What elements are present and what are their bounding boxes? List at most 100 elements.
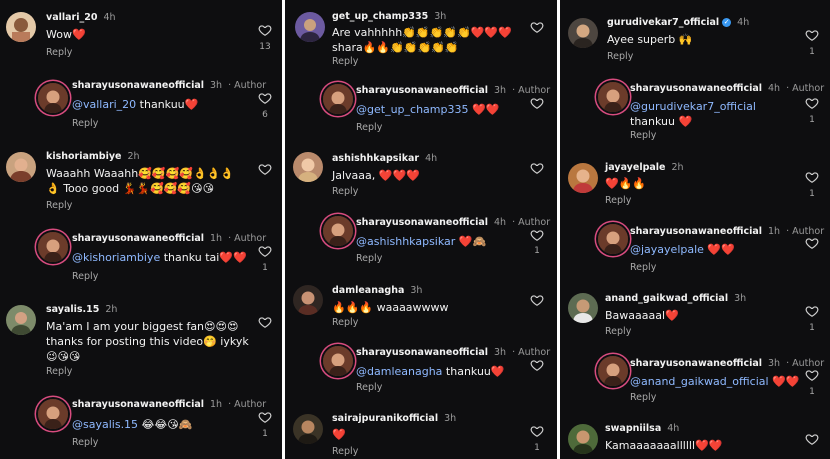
avatar[interactable] [6,152,36,182]
comment-item: vallari_20 4h Wow❤️ Reply 13 [0,0,282,60]
heart-outline-icon[interactable] [530,358,544,372]
username[interactable]: damleanagha [332,285,404,296]
heart-outline-icon[interactable] [258,91,272,105]
timestamp: 4h [737,17,750,28]
comment-item: sairajpuranikofficial 3h ❤️ Reply 1 [285,408,555,459]
username[interactable]: sharayusonawaneofficial [356,85,488,96]
reply-button[interactable]: Reply [356,122,382,133]
reply-button[interactable]: Reply [630,130,656,141]
heart-outline-icon[interactable] [530,293,544,307]
mention-link[interactable]: @anand_gaikwad_official [630,375,769,388]
heart-outline-icon[interactable] [805,170,819,184]
avatar[interactable] [598,82,628,112]
reply-button[interactable]: Reply [72,271,98,282]
mention-link[interactable]: @get_up_champ335 [356,103,468,116]
username[interactable]: sharayusonawaneofficial [72,233,204,244]
reply-button[interactable]: Reply [72,437,98,448]
timestamp: 1h [768,226,781,237]
avatar[interactable] [568,293,598,323]
reply-button[interactable]: Reply [72,118,98,129]
heart-outline-icon[interactable] [805,432,819,446]
avatar[interactable] [598,224,628,254]
avatar[interactable] [38,399,68,429]
username[interactable]: get_up_champ335 [332,11,428,22]
heart-outline-icon[interactable] [258,162,272,176]
timestamp: 4h [103,12,116,23]
reply-button[interactable]: Reply [605,326,631,337]
username[interactable]: jayayelpale [605,162,666,173]
mention-link[interactable]: @gurudivekar7_official [630,100,756,113]
username[interactable]: anand_gaikwad_official [605,293,728,304]
avatar[interactable] [293,414,323,444]
heart-outline-icon[interactable] [805,304,819,318]
heart-outline-icon[interactable] [258,244,272,258]
heart-outline-icon[interactable] [530,424,544,438]
username[interactable]: sharayusonawaneofficial [356,347,488,358]
heart-outline-icon[interactable] [805,368,819,382]
username[interactable]: sharayusonawaneofficial [630,226,762,237]
reply-item: sharayusonawaneofficial 4h · Author @ashis… [285,212,555,272]
heart-outline-icon[interactable] [530,228,544,242]
reply-button[interactable]: Reply [46,366,72,377]
avatar[interactable] [568,424,598,454]
reply-button[interactable]: Reply [605,195,631,206]
avatar[interactable] [6,12,36,42]
avatar[interactable] [598,356,628,386]
avatar[interactable] [293,285,323,315]
username[interactable]: swapniilsa [605,423,661,434]
mention-link[interactable]: @jayayelpale [630,243,704,256]
reply-button[interactable]: Reply [630,392,656,403]
username[interactable]: gurudivekar7_official [607,17,719,28]
heart-outline-icon[interactable] [258,23,272,37]
avatar[interactable] [568,163,598,193]
heart-outline-icon[interactable] [530,96,544,110]
mention-link[interactable]: @vallari_20 [72,98,136,111]
like-count: 1 [534,443,540,453]
username[interactable]: sharayusonawaneofficial [72,80,204,91]
comment-text: Ayee superb 🙌 [607,33,693,46]
reply-button[interactable]: Reply [607,51,633,62]
comment-header: sharayusonawaneofficial 1h · Author [72,399,266,410]
avatar[interactable] [568,18,598,48]
avatar[interactable] [295,12,325,42]
username[interactable]: ashishhkapsikar [332,153,419,164]
reply-button[interactable]: Reply [332,56,358,67]
heart-outline-icon[interactable] [805,28,819,42]
reply-button[interactable]: Reply [332,317,358,328]
username[interactable]: sharayusonawaneofficial [630,83,762,94]
username[interactable]: kishoriambiye [46,151,121,162]
mention-link[interactable]: @ashishhkapsikar [356,235,455,248]
avatar[interactable] [323,84,353,114]
mention-link[interactable]: @kishoriambiye [72,251,160,264]
heart-outline-icon[interactable] [530,161,544,175]
reply-button[interactable]: Reply [630,262,656,273]
heart-outline-icon[interactable] [530,20,544,34]
username[interactable]: vallari_20 [46,12,97,23]
username[interactable]: sharayusonawaneofficial [356,217,488,228]
comment-text: @kishoriambiye thanku tai❤️❤️ [72,250,247,265]
username[interactable]: sairajpuranikofficial [332,413,438,424]
mention-link[interactable]: @damleanagha [356,365,442,378]
username[interactable]: sayalis.15 [46,304,99,315]
avatar[interactable] [38,83,68,113]
reply-button[interactable]: Reply [356,253,382,264]
heart-outline-icon[interactable] [805,236,819,250]
comment-text: @anand_gaikwad_official ❤️❤️ [630,374,799,389]
username[interactable]: sharayusonawaneofficial [630,358,762,369]
heart-outline-icon[interactable] [258,315,272,329]
heart-outline-icon[interactable] [805,96,819,110]
reply-button[interactable]: Reply [46,200,72,211]
heart-outline-icon[interactable] [258,410,272,424]
reply-button[interactable]: Reply [332,186,358,197]
avatar[interactable] [323,346,353,376]
avatar[interactable] [323,216,353,246]
avatar[interactable] [38,232,68,262]
username[interactable]: sharayusonawaneofficial [72,399,204,410]
reply-button[interactable]: Reply [356,382,382,393]
avatar[interactable] [6,305,36,335]
reply-button[interactable]: Reply [332,446,358,457]
reply-button[interactable]: Reply [46,47,72,58]
comment-text: Are vahhhhh👏👏👏👏👏❤️❤️❤️ shara🔥🔥👏👏👏👏👏 [332,26,512,54]
avatar[interactable] [293,152,323,182]
mention-link[interactable]: @sayalis.15 [72,418,138,431]
